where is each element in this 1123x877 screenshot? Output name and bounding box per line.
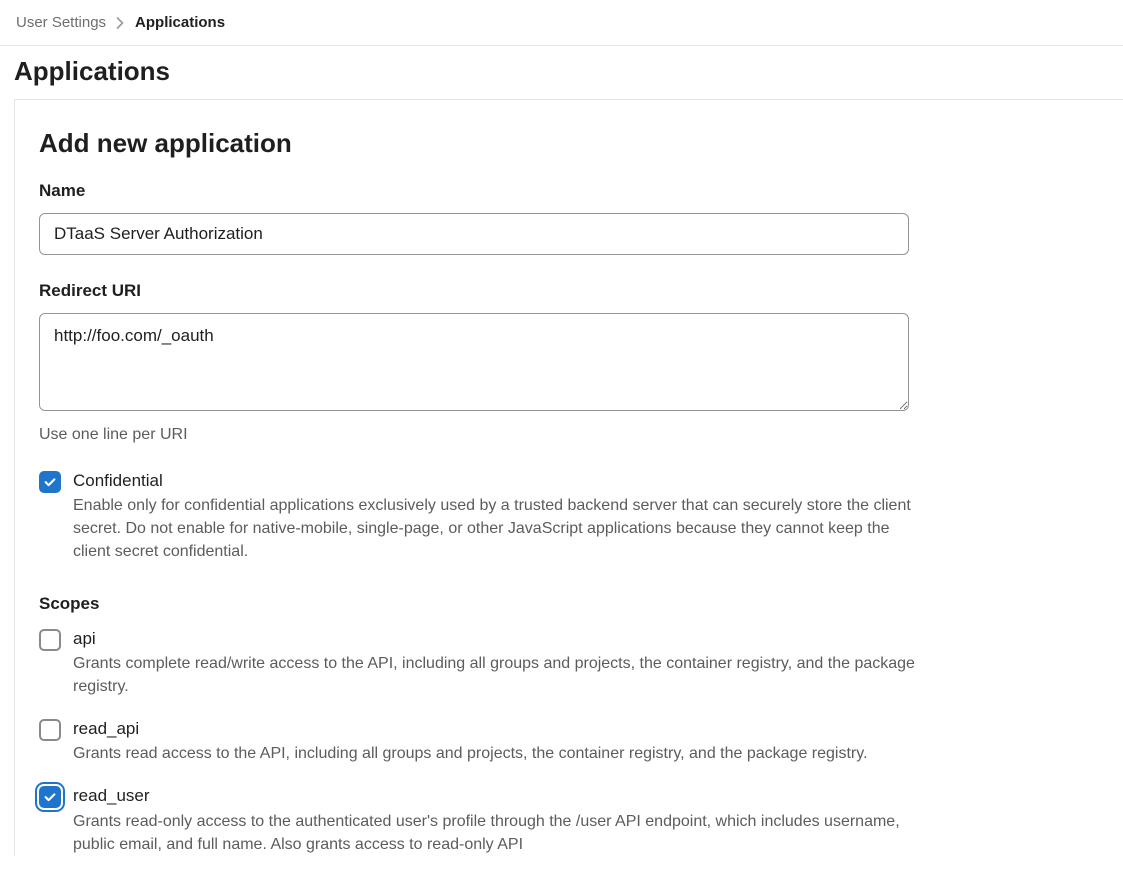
confidential-label: Confidential (73, 470, 923, 492)
scope-read-api: read_api Grants read access to the API, … (39, 718, 1099, 765)
chevron-right-icon (116, 17, 125, 29)
scope-read-user-checkbox[interactable] (39, 786, 61, 808)
scope-api-label: api (73, 628, 923, 650)
name-field: Name (39, 181, 1099, 255)
page-title: Applications (0, 46, 1123, 99)
redirect-uri-label: Redirect URI (39, 281, 1099, 301)
confidential-checkbox[interactable] (39, 471, 61, 493)
scope-read-user-label: read_user (73, 785, 923, 807)
breadcrumb-root[interactable]: User Settings (16, 14, 106, 31)
name-label: Name (39, 181, 1099, 201)
breadcrumb-current: Applications (135, 14, 225, 31)
add-application-panel: Add new application Name Redirect URI Us… (14, 99, 1123, 856)
scope-api-description: Grants complete read/write access to the… (73, 652, 923, 698)
scope-read-api-description: Grants read access to the API, including… (73, 742, 923, 765)
confidential-description: Enable only for confidential application… (73, 494, 923, 564)
redirect-uri-input[interactable] (39, 313, 909, 411)
form-heading: Add new application (39, 128, 1099, 159)
name-input[interactable] (39, 213, 909, 255)
scope-read-api-checkbox[interactable] (39, 719, 61, 741)
scope-read-api-label: read_api (73, 718, 923, 740)
scope-read-user-description: Grants read-only access to the authentic… (73, 810, 923, 856)
scopes-heading: Scopes (39, 594, 1099, 614)
breadcrumb: User Settings Applications (0, 0, 1123, 46)
scope-read-user: read_user Grants read-only access to the… (39, 785, 1099, 855)
confidential-option: Confidential Enable only for confidentia… (39, 470, 1099, 564)
scope-api-checkbox[interactable] (39, 629, 61, 651)
redirect-uri-help: Use one line per URI (39, 426, 1099, 444)
redirect-uri-field: Redirect URI Use one line per URI (39, 281, 1099, 444)
scope-api: api Grants complete read/write access to… (39, 628, 1099, 698)
